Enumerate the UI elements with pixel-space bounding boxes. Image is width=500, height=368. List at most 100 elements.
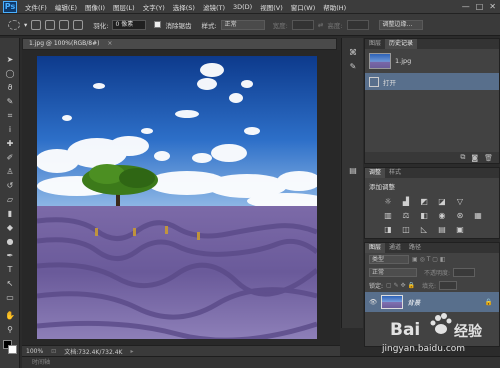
- zoom-tool-icon[interactable]: ⚲: [4, 324, 16, 336]
- brush-tool-icon[interactable]: ✐: [4, 152, 16, 164]
- vibrance-icon[interactable]: ▽: [455, 197, 465, 207]
- history-brush-tool-icon[interactable]: ↺: [4, 180, 16, 192]
- menu-view[interactable]: 视图(V): [256, 2, 287, 12]
- history-panel: 图层 历史记录 1.jpg 打开 ⧉ ◙ 🗑: [364, 38, 500, 164]
- watermark-url: jingyan.baidu.com: [382, 344, 466, 354]
- menu-file[interactable]: 文件(F): [21, 2, 51, 12]
- blend-mode-select[interactable]: 正常: [369, 268, 417, 277]
- color-balance-icon[interactable]: ⚖: [401, 211, 411, 221]
- marquee-tool-icon[interactable]: ◯: [4, 68, 16, 80]
- hue-icon[interactable]: ▥: [383, 211, 393, 221]
- menu-window[interactable]: 窗口(W): [287, 2, 320, 12]
- refine-edge-button[interactable]: 调整边缘...: [378, 19, 423, 30]
- history-snapshot[interactable]: 1.jpg: [365, 49, 499, 73]
- layer-name[interactable]: 背景: [407, 297, 420, 307]
- blur-tool-icon[interactable]: ◆: [4, 222, 16, 234]
- history-panel-icon[interactable]: ⌘: [347, 48, 359, 60]
- layer-kind-select[interactable]: 类型: [369, 255, 409, 264]
- tab-close-icon[interactable]: ×: [107, 40, 112, 47]
- crop-tool-icon[interactable]: ⌗: [4, 110, 16, 122]
- gradient-tool-icon[interactable]: ▮: [4, 208, 16, 220]
- posterize-icon[interactable]: ◫: [401, 225, 411, 235]
- threshold-icon[interactable]: ◺: [419, 225, 429, 235]
- history-step[interactable]: 打开: [365, 73, 499, 90]
- tab-paths[interactable]: 路径: [405, 243, 425, 253]
- adjustments-title: 添加调整: [369, 183, 395, 191]
- elliptical-marquee-icon[interactable]: [8, 19, 20, 30]
- new-selection-icon[interactable]: [31, 19, 42, 30]
- trash-icon[interactable]: 🗑: [484, 154, 493, 162]
- lasso-tool-icon[interactable]: ϑ: [4, 82, 16, 94]
- move-tool-icon[interactable]: ➤: [4, 54, 16, 66]
- opacity-input[interactable]: [453, 268, 476, 277]
- tab-adjustments[interactable]: 调整: [365, 168, 386, 178]
- dodge-tool-icon[interactable]: ●: [4, 236, 16, 248]
- add-selection-icon[interactable]: [45, 19, 56, 30]
- status-menu-icon[interactable]: ⊡: [51, 348, 56, 355]
- menu-3d[interactable]: 3D(D): [229, 3, 256, 11]
- document-image[interactable]: [37, 56, 317, 339]
- visibility-eye-icon[interactable]: 👁: [369, 298, 377, 306]
- path-select-tool-icon[interactable]: ↖: [4, 278, 16, 290]
- curves-icon[interactable]: ◩: [419, 197, 429, 207]
- snapshot-camera-icon[interactable]: ◙: [471, 154, 478, 162]
- menu-layer[interactable]: 图层(L): [109, 2, 139, 12]
- feather-input[interactable]: 0 像素: [112, 19, 147, 30]
- style-select[interactable]: 正常: [220, 19, 265, 30]
- new-document-from-state-icon[interactable]: ⧉: [460, 153, 465, 162]
- shape-tool-icon[interactable]: ▭: [4, 292, 16, 304]
- filter-pixel-icon[interactable]: ▣ ◎ T ▢ ◧: [412, 256, 446, 263]
- height-input[interactable]: [346, 19, 369, 30]
- menu-type[interactable]: 文字(Y): [139, 2, 169, 12]
- menu-filter[interactable]: 滤镜(T): [199, 2, 229, 12]
- maximize-button[interactable]: □: [476, 2, 484, 11]
- menu-help[interactable]: 帮助(H): [319, 2, 350, 12]
- clone-stamp-tool-icon[interactable]: ♙: [4, 166, 16, 178]
- swap-icon[interactable]: ⇄: [318, 21, 323, 29]
- tab-layers[interactable]: 图层: [365, 243, 386, 253]
- fill-input[interactable]: [438, 281, 457, 290]
- close-button[interactable]: ✕: [489, 2, 496, 11]
- lookup-icon[interactable]: ▦: [473, 211, 483, 221]
- eraser-tool-icon[interactable]: ▱: [4, 194, 16, 206]
- healing-brush-tool-icon[interactable]: ✚: [4, 138, 16, 150]
- tab-channels[interactable]: 通道: [385, 243, 405, 253]
- subtract-selection-icon[interactable]: [59, 19, 70, 30]
- menu-select[interactable]: 选择(S): [169, 2, 199, 12]
- options-bar: ▾ 羽化: 0 像素 消除锯齿 样式: 正常 宽度: ⇄ 高度: 调整边缘...: [0, 14, 500, 36]
- layer-row-background[interactable]: 👁 背景 🔒: [365, 292, 499, 312]
- antialias-checkbox[interactable]: [154, 21, 162, 28]
- bw-icon[interactable]: ◧: [419, 211, 429, 221]
- background-color-swatch[interactable]: [8, 345, 17, 354]
- levels-icon[interactable]: ▟: [401, 197, 411, 207]
- photo-filter-icon[interactable]: ◉: [437, 211, 447, 221]
- tab-layers-comp[interactable]: 图层: [365, 39, 385, 49]
- document-tab[interactable]: 1.jpg @ 100%(RGB/8#) ×: [22, 38, 337, 50]
- history-panel-footer: ⧉ ◙ 🗑: [365, 152, 499, 163]
- width-input[interactable]: [291, 19, 314, 30]
- selective-color-icon[interactable]: ▣: [455, 225, 465, 235]
- status-arrow-icon[interactable]: ▸: [130, 348, 133, 355]
- channel-mixer-icon[interactable]: ⊛: [455, 211, 465, 221]
- photoshop-logo: Ps: [3, 0, 17, 13]
- properties-panel-icon[interactable]: ▤: [347, 166, 359, 178]
- menu-image[interactable]: 图像(I): [81, 2, 109, 12]
- exposure-icon[interactable]: ◪: [437, 197, 447, 207]
- invert-icon[interactable]: ◨: [383, 225, 393, 235]
- quick-select-tool-icon[interactable]: ✎: [4, 96, 16, 108]
- minimize-button[interactable]: —: [462, 2, 470, 11]
- intersect-selection-icon[interactable]: [73, 19, 84, 30]
- hand-tool-icon[interactable]: ✋: [4, 310, 16, 322]
- lock-icons[interactable]: ▢ ✎ ✥ 🔒: [386, 282, 415, 289]
- menu-edit[interactable]: 编辑(E): [51, 2, 81, 12]
- tab-history[interactable]: 历史记录: [385, 39, 418, 49]
- gradient-map-icon[interactable]: ▤: [437, 225, 447, 235]
- brightness-icon[interactable]: ☼: [383, 197, 393, 207]
- zoom-level[interactable]: 100%: [26, 348, 43, 355]
- eyedropper-tool-icon[interactable]: ⅰ: [4, 124, 16, 136]
- tab-styles[interactable]: 样式: [385, 168, 405, 178]
- pen-tool-icon[interactable]: ✒: [4, 250, 16, 262]
- brush-panel-icon[interactable]: ✎: [347, 62, 359, 74]
- type-tool-icon[interactable]: T: [4, 264, 16, 276]
- dropdown-arrow-icon[interactable]: ▾: [24, 21, 27, 29]
